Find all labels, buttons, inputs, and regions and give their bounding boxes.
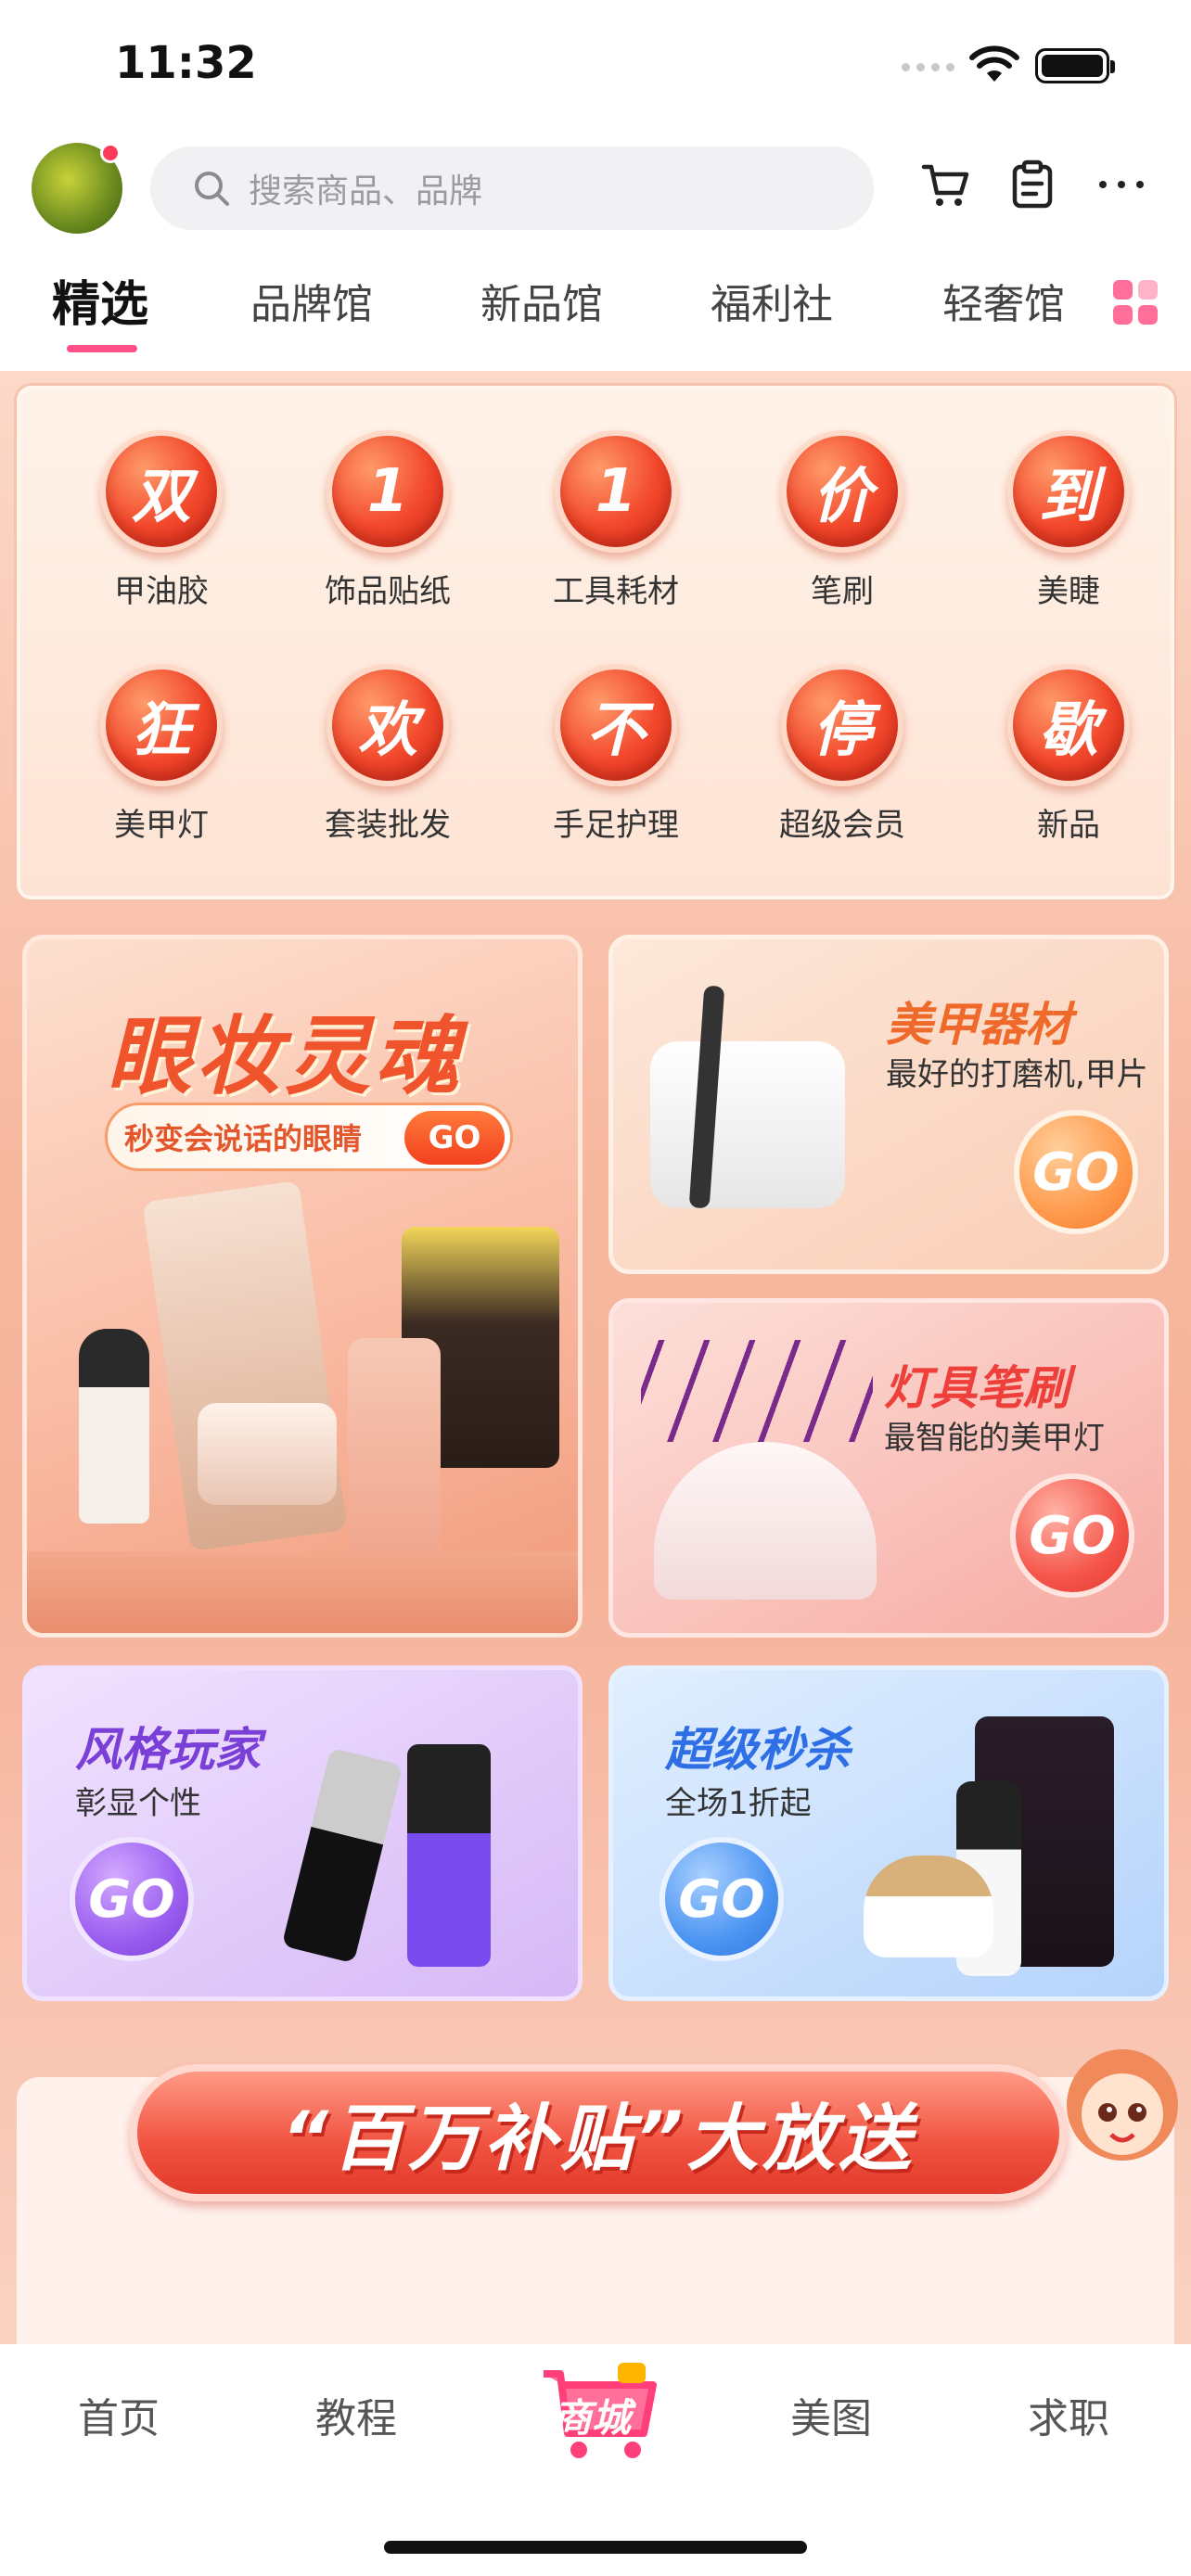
- category-label: 甲油胶: [114, 573, 209, 610]
- category-label: 手足护理: [553, 807, 679, 844]
- status-bar: 11:32: [0, 0, 1191, 130]
- category-icon: 价: [781, 430, 903, 553]
- polish-bottle-purple-image: [407, 1744, 491, 1967]
- category-icon: 狂: [100, 664, 223, 786]
- category-tabs: 精选 品牌馆 新品馆 福利社 轻奢馆: [0, 241, 1191, 371]
- active-tab-indicator: [67, 345, 137, 352]
- main-content: 双甲油胶 1 饰品贴纸 1 工具耗材 价笔刷 到美睫 狂美甲灯 欢套装批发 不手足护…: [0, 371, 1191, 2344]
- category-item[interactable]: 停超级会员: [749, 664, 935, 845]
- lamps-brushes-promo-card[interactable]: 灯具笔刷 最智能的美甲灯 GO: [608, 1298, 1169, 1638]
- mascot-icon: [1067, 2049, 1178, 2161]
- category-icon: 1: [327, 430, 449, 553]
- nav-gallery[interactable]: 美图: [790, 2385, 872, 2444]
- flash-go-button[interactable]: GO: [660, 1837, 784, 1961]
- style-player-promo-card[interactable]: 风格玩家 彰显个性 GO: [22, 1665, 583, 2001]
- nail-lamp-image: [654, 1442, 877, 1600]
- glue-bottle-image: [79, 1329, 149, 1524]
- tab-welfare[interactable]: 福利社: [711, 271, 833, 330]
- category-icon: 1: [555, 430, 677, 553]
- subsidy-banner-text: “百万补贴”大放送: [281, 2098, 916, 2181]
- category-item[interactable]: 不手足护理: [523, 664, 709, 845]
- home-indicator: [384, 2541, 807, 2554]
- promo-title: 美甲器材: [886, 998, 1071, 1052]
- tools-go-button[interactable]: GO: [1014, 1110, 1138, 1234]
- category-item[interactable]: 到美睫: [976, 430, 1161, 611]
- polish-bottle-black-image: [281, 1747, 403, 1964]
- style-go-button[interactable]: GO: [70, 1837, 194, 1961]
- promo-title: 灯具笔刷: [884, 1361, 1069, 1415]
- nav-shop[interactable]: 商城: [540, 2361, 660, 2463]
- search-icon: [195, 172, 229, 206]
- promo-title: 超级秒杀: [665, 1723, 851, 1777]
- eye-makeup-promo-card[interactable]: 眼妆灵魂 秒变会说话的眼睛 GO: [22, 935, 583, 1638]
- nav-jobs[interactable]: 求职: [1028, 2385, 1109, 2444]
- category-icon: 欢: [327, 664, 449, 786]
- promo-title: 眼妆灵魂: [107, 1007, 464, 1106]
- promo-subtitle: 最智能的美甲灯: [884, 1420, 1105, 1457]
- category-icon: 停: [781, 664, 903, 786]
- category-item[interactable]: 1 工具耗材: [523, 430, 709, 611]
- promo-subtitle: 全场1折起: [665, 1785, 812, 1822]
- bottom-nav: 首页 教程 商城 美图 求职: [0, 2344, 1191, 2576]
- category-label: 美甲灯: [114, 807, 209, 844]
- category-item[interactable]: 1 饰品贴纸: [295, 430, 480, 611]
- category-icon: 歇: [1007, 664, 1130, 786]
- category-icon: 双: [100, 430, 223, 553]
- search-placeholder: 搜索商品、品牌: [249, 172, 483, 210]
- wifi-icon: [969, 45, 1019, 82]
- promo-title: 风格玩家: [75, 1723, 261, 1777]
- category-icon: 到: [1007, 430, 1130, 553]
- category-item[interactable]: 欢套装批发: [295, 664, 480, 845]
- tab-luxury[interactable]: 轻奢馆: [942, 271, 1065, 330]
- tab-featured[interactable]: 精选: [52, 265, 148, 335]
- category-item[interactable]: 歇新品: [976, 664, 1161, 845]
- nav-shop-label: 商城: [553, 2395, 632, 2441]
- category-item[interactable]: 价笔刷: [749, 430, 935, 611]
- cream-jar-image: [198, 1403, 337, 1505]
- lamps-go-button[interactable]: GO: [1010, 1473, 1134, 1598]
- nail-tools-promo-card[interactable]: 美甲器材 最好的打磨机,甲片 GO: [608, 935, 1169, 1274]
- category-label: 饰品贴纸: [325, 573, 451, 610]
- flash-sale-promo-card[interactable]: 超级秒杀 全场1折起 GO: [608, 1665, 1169, 2001]
- category-item[interactable]: 狂美甲灯: [69, 664, 254, 845]
- status-time: 11:32: [115, 37, 257, 89]
- promo-subtitle: 最好的打磨机,甲片: [886, 1056, 1148, 1093]
- category-label: 工具耗材: [553, 573, 679, 610]
- category-panel: 双甲油胶 1 饰品贴纸 1 工具耗材 价笔刷 到美睫 狂美甲灯 欢套装批发 不手足护…: [17, 386, 1174, 899]
- spray-bottle-image: [348, 1338, 441, 1579]
- cream-jar-image: [864, 1855, 993, 1958]
- more-icon[interactable]: [1095, 158, 1148, 211]
- category-grid-icon[interactable]: [1111, 278, 1159, 326]
- search-input[interactable]: 搜索商品、品牌: [150, 147, 874, 230]
- category-label: 新品: [1037, 807, 1100, 844]
- battery-icon: [1035, 48, 1115, 83]
- eye-makeup-slogan: 秒变会说话的眼睛 GO: [105, 1103, 513, 1171]
- category-label: 套装批发: [325, 807, 451, 844]
- tab-new[interactable]: 新品馆: [480, 271, 603, 330]
- cart-icon[interactable]: [918, 158, 972, 211]
- subsidy-banner[interactable]: “百万补贴”大放送: [130, 2064, 1067, 2201]
- nail-drill-image: [650, 1041, 845, 1208]
- display-stage: [27, 1551, 578, 1633]
- nav-tutorial[interactable]: 教程: [315, 2385, 397, 2444]
- tab-brands[interactable]: 品牌馆: [250, 271, 373, 330]
- orders-icon[interactable]: [1005, 158, 1059, 211]
- category-item[interactable]: 双甲油胶: [69, 430, 254, 611]
- category-label: 笔刷: [811, 573, 874, 610]
- signal-icon: [902, 63, 954, 71]
- notification-dot: [100, 143, 121, 163]
- category-label: 超级会员: [779, 807, 905, 844]
- category-icon: 不: [555, 664, 677, 786]
- top-bar: 搜索商品、品牌: [0, 130, 1191, 241]
- promo-slogan: 秒变会说话的眼睛: [124, 1121, 363, 1156]
- promo-subtitle: 彰显个性: [75, 1785, 201, 1822]
- category-label: 美睫: [1037, 573, 1100, 610]
- eye-go-button[interactable]: GO: [404, 1111, 505, 1165]
- nav-home[interactable]: 首页: [78, 2385, 160, 2444]
- nail-brushes-image: [641, 1340, 873, 1442]
